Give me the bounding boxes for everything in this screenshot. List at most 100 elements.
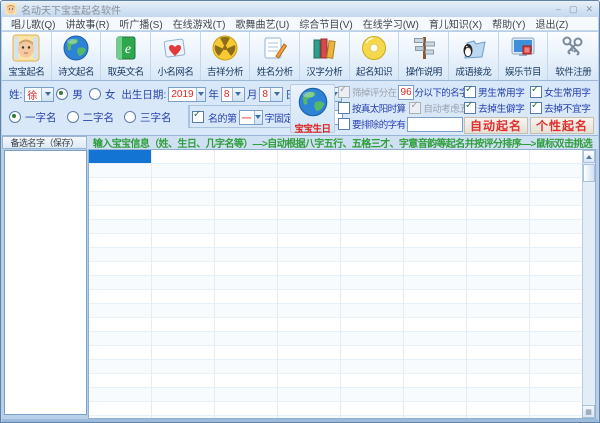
chevron-down-icon	[254, 111, 262, 124]
toolbar-button-english-name[interactable]: e 取英文名	[101, 32, 151, 80]
globe-icon	[297, 86, 329, 121]
menu-item-exit[interactable]: 退出(Z)	[531, 16, 574, 31]
score-suffix-label: 分以下的名字	[415, 85, 468, 99]
toolbar-button-nickname[interactable]: 小名网名	[151, 32, 201, 80]
three-char-name-label: 三字名	[140, 110, 172, 125]
toolbar-button-naming-knowledge[interactable]: 起名知识	[350, 32, 400, 80]
menu-item-sing-songs[interactable]: 唱儿歌(Q)	[6, 16, 60, 31]
remove-rare-checkbox[interactable]	[464, 102, 476, 114]
chevron-down-icon	[232, 88, 244, 101]
surname-label: 姓:	[9, 87, 22, 102]
notepad-pen-icon	[261, 34, 289, 62]
names-grid[interactable]	[88, 149, 596, 419]
surname-select[interactable]: 徐	[24, 87, 54, 102]
window-title: 名动天下宝宝起名软件	[21, 2, 556, 17]
month-unit-label: 月	[247, 87, 258, 102]
toolbar: 宝宝起名 诗文起名 e 取英文名 小名网名 吉祥分析	[2, 32, 598, 81]
score-filter-checkbox	[338, 86, 350, 98]
svg-text:e: e	[125, 42, 131, 57]
close-button[interactable]: ✕	[585, 3, 593, 15]
minimize-button[interactable]: –	[556, 3, 561, 15]
toolbar-button-hanzi-analysis[interactable]: 汉字分析	[300, 32, 350, 80]
saved-names-header[interactable]: 备选名字（保存）	[2, 136, 87, 149]
toolbar-button-entertainment[interactable]: 娱乐节目	[499, 32, 549, 80]
menu-item-radio[interactable]: 听广播(S)	[114, 16, 167, 31]
english-book-icon: e	[112, 34, 140, 62]
year-select[interactable]: 2019	[168, 87, 206, 102]
monitor-icon	[509, 34, 537, 62]
keys-icon	[559, 34, 587, 62]
male-common-label: 男生常用字	[478, 85, 524, 99]
menu-item-parenting[interactable]: 育儿知识(X)	[424, 16, 487, 31]
gender-male-radio[interactable]	[56, 88, 68, 100]
month-select[interactable]: 8	[221, 87, 245, 102]
true-solar-time-label: 按真太阳时算	[352, 101, 405, 115]
globe-icon	[62, 34, 90, 62]
heart-card-icon	[161, 34, 189, 62]
chevron-down-icon	[196, 88, 206, 101]
instruction-text: 输入宝宝信息（姓、生日、几字名等）—>自动根据八字五行、五格三才、字意音韵等起名…	[87, 136, 598, 149]
three-char-name-radio[interactable]	[124, 111, 136, 123]
toolbar-button-lucky-analysis[interactable]: 吉祥分析	[201, 32, 251, 80]
auto-naming-button[interactable]: 自动起名	[464, 117, 528, 134]
info-band: 备选名字（保存） 输入宝宝信息（姓、生日、几字名等）—>自动根据八字五行、五格三…	[2, 136, 598, 149]
day-select[interactable]: 8	[259, 87, 283, 102]
scroll-up-button[interactable]	[583, 150, 595, 163]
menu-item-song-dance[interactable]: 歌舞曲艺(U)	[230, 16, 294, 31]
remove-unsuitable-checkbox[interactable]	[530, 102, 542, 114]
year-unit-label: 年	[208, 87, 219, 102]
custom-naming-button[interactable]: 个性起名	[530, 117, 594, 134]
menu-item-variety[interactable]: 综合节目(V)	[294, 16, 357, 31]
selected-cell[interactable]	[89, 150, 151, 163]
female-common-label: 女生常用字	[544, 85, 590, 99]
menubar: 唱儿歌(Q) 讲故事(R) 听广播(S) 在线游戏(T) 歌舞曲艺(U) 综合节…	[2, 17, 598, 31]
female-common-checkbox[interactable]	[530, 86, 542, 98]
menu-item-help[interactable]: 帮助(Y)	[487, 16, 530, 31]
menu-item-online-games[interactable]: 在线游戏(T)	[168, 16, 231, 31]
menu-item-online-learning[interactable]: 在线学习(W)	[358, 16, 424, 31]
exclude-chars-input[interactable]	[407, 117, 463, 132]
birthdate-label: 出生日期:	[121, 87, 166, 102]
window-controls: – ▢ ✕	[556, 3, 593, 15]
app-icon	[5, 3, 17, 15]
toolbar-button-idiom-chain[interactable]: 成语接龙	[449, 32, 499, 80]
toolbar-button-label: 娱乐节目	[505, 64, 541, 78]
toolbar-button-label: 小名网名	[157, 64, 193, 78]
grid-scrollbar[interactable]	[582, 150, 595, 418]
saved-names-list[interactable]	[4, 150, 87, 415]
toolbar-button-label: 操作说明	[406, 64, 442, 78]
baby-birthday-button[interactable]: 宝宝生日	[290, 84, 335, 133]
two-char-name-radio[interactable]	[67, 111, 79, 123]
chevron-down-icon	[270, 88, 282, 101]
five-elements-checkbox	[409, 102, 421, 114]
toolbar-button-register[interactable]: 软件注册	[548, 32, 598, 80]
remove-unsuitable-label: 去掉不宜字	[544, 101, 590, 115]
toolbar-button-label: 宝宝起名	[8, 64, 44, 78]
baby-icon	[12, 34, 40, 62]
scrollbar-thumb[interactable]	[583, 164, 595, 182]
one-char-name-radio[interactable]	[9, 111, 21, 123]
gender-female-radio[interactable]	[89, 88, 101, 100]
signpost-icon	[410, 34, 438, 62]
true-solar-time-checkbox[interactable]	[338, 102, 350, 114]
male-common-checkbox[interactable]	[464, 86, 476, 98]
fixed-position-select[interactable]: 一	[239, 110, 263, 125]
toolbar-button-name-analysis[interactable]: 姓名分析	[250, 32, 300, 80]
score-input[interactable]	[398, 85, 414, 100]
maximize-button[interactable]: ▢	[569, 3, 578, 15]
menu-item-tell-stories[interactable]: 讲故事(R)	[60, 16, 114, 31]
toolbar-button-label: 汉字分析	[306, 64, 342, 78]
one-char-name-label: 一字名	[25, 110, 57, 125]
toolbar-button-label: 姓名分析	[257, 64, 293, 78]
gender-male-label: 男	[72, 87, 83, 102]
char-options: 男生常用字 女生常用字 去掉生僻字 去掉不宜字 自动起名 个	[464, 84, 597, 133]
penguin-folder-icon	[459, 34, 487, 62]
two-char-name-label: 二字名	[83, 110, 115, 125]
toolbar-button-baby-naming[interactable]: 宝宝起名	[2, 32, 52, 80]
toolbar-button-poetry-naming[interactable]: 诗文起名	[52, 32, 102, 80]
fixed-char-checkbox[interactable]	[192, 111, 204, 123]
window-bottom-edge	[2, 419, 598, 422]
chevron-down-icon	[41, 88, 53, 101]
exclude-chars-checkbox[interactable]	[338, 118, 350, 130]
toolbar-button-manual[interactable]: 操作说明	[399, 32, 449, 80]
